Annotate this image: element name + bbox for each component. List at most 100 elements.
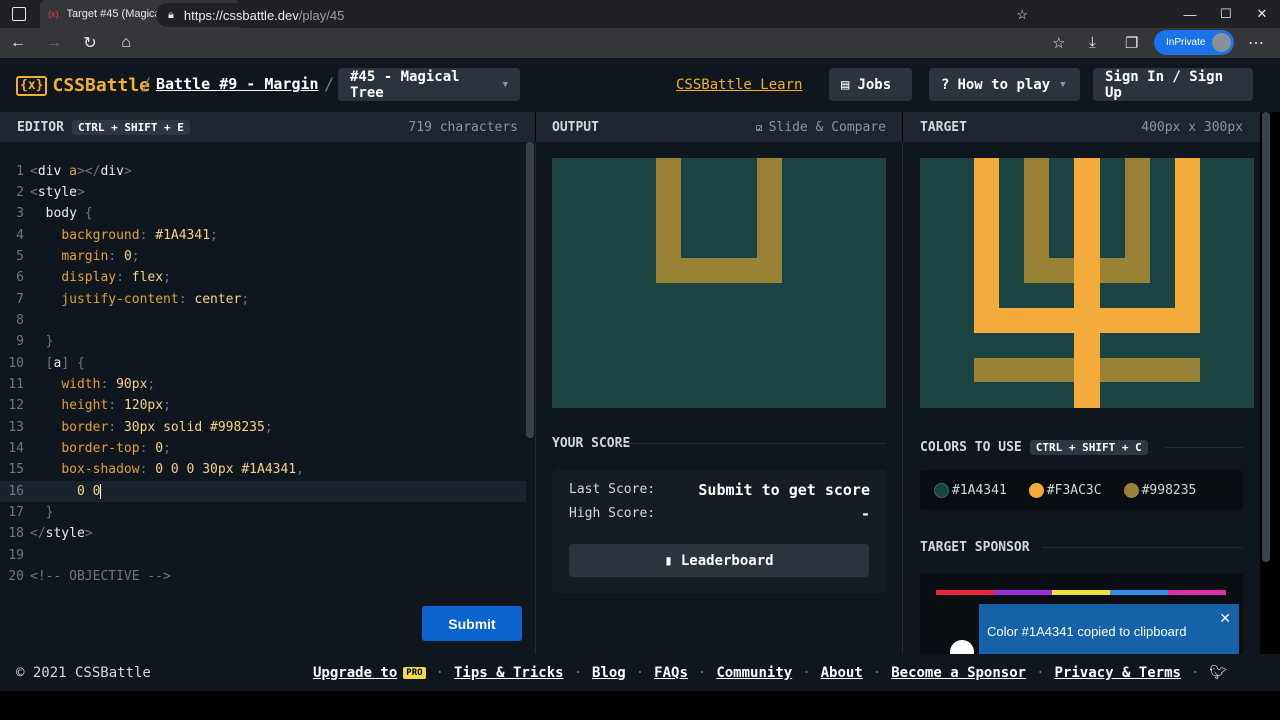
code-line[interactable]: 8 xyxy=(0,310,526,331)
collections-icon[interactable]: ❐ xyxy=(1125,34,1138,52)
help-icon: ? xyxy=(941,76,950,93)
code-line[interactable]: 6 display: flex; xyxy=(0,267,526,288)
footer-link-privacy[interactable]: Privacy & Terms xyxy=(1055,665,1181,681)
line-number: 1 xyxy=(16,164,24,179)
footer-link-faqs[interactable]: FAQs xyxy=(654,665,688,681)
sponsor-title: TARGET SPONSOR xyxy=(920,540,1030,555)
footer-link-about[interactable]: About xyxy=(821,665,863,681)
slide-compare-toggle[interactable]: ☑ Slide & Compare xyxy=(756,120,886,135)
page-scrollbar[interactable] xyxy=(1262,112,1270,562)
code-line[interactable]: 19 xyxy=(0,545,526,566)
last-score-label: Last Score: xyxy=(569,482,656,497)
code-line[interactable]: 14 border-top: 0; xyxy=(0,438,526,459)
color-label[interactable]: #F3AC3C xyxy=(1047,483,1102,498)
code-editor[interactable]: 1 <div a></div> 2 <style> 3 body { 4 backg… xyxy=(0,142,535,654)
code-line[interactable]: 7 justify-content: center; xyxy=(0,289,526,310)
add-favorite-icon[interactable]: ☆ xyxy=(1016,7,1028,23)
bar-chart-icon: ▮ xyxy=(664,552,673,569)
sponsor-logo-icon xyxy=(950,640,974,654)
output-title: OUTPUT xyxy=(552,119,599,135)
code-line-active[interactable]: 16 0 0 xyxy=(0,481,526,502)
code-line[interactable]: 10 [a] { xyxy=(0,353,526,374)
colors-title: COLORS TO USE xyxy=(920,440,1022,455)
cssbattle-logo[interactable]: {x} CSSBattle xyxy=(16,75,150,96)
line-number: 3 xyxy=(16,206,24,221)
target-header: TARGET 400px x 300px xyxy=(903,112,1260,142)
footer-link-tips[interactable]: Tips & Tricks xyxy=(454,665,564,681)
learn-link[interactable]: CSSBattle Learn xyxy=(676,77,802,93)
divider-line xyxy=(1042,547,1243,548)
clipboard-toast: Color #1A4341 copied to clipboard ✕ xyxy=(979,604,1239,658)
divider-line xyxy=(1165,447,1243,448)
output-canvas[interactable] xyxy=(552,158,886,408)
color-dot[interactable] xyxy=(934,482,949,498)
breadcrumb-separator: / xyxy=(141,75,152,95)
line-number: 8 xyxy=(16,313,24,328)
maximize-icon[interactable]: ☐ xyxy=(1208,0,1244,28)
code-line[interactable]: 3 body { xyxy=(0,203,526,224)
footer-link-blog[interactable]: Blog xyxy=(592,665,626,681)
sponsor-rainbow-stripe xyxy=(936,590,1226,595)
profile-avatar[interactable] xyxy=(1212,33,1231,52)
tab-favicon-icon: (x) xyxy=(48,9,59,19)
submit-button[interactable]: Submit xyxy=(422,606,522,641)
color-swatch[interactable]: #F3AC3C xyxy=(1028,482,1102,498)
battle-link[interactable]: Battle #9 - Margin xyxy=(156,75,319,93)
color-label[interactable]: #1A4341 xyxy=(952,483,1007,498)
footer-link-sponsor[interactable]: Become a Sponsor xyxy=(891,665,1026,681)
code-line[interactable]: 18 </style> xyxy=(0,523,526,544)
code-line[interactable]: 5 margin: 0; xyxy=(0,246,526,267)
code-line[interactable]: 9 } xyxy=(0,331,526,352)
code-line[interactable]: 15 box-shadow: 0 0 0 30px #1A4341, xyxy=(0,459,526,480)
sign-in-label: Sign In / Sign Up xyxy=(1105,68,1224,101)
code-line[interactable]: 4 background: #1A4341; xyxy=(0,225,526,246)
toast-close-icon[interactable]: ✕ xyxy=(1219,610,1231,627)
home-icon[interactable]: ⌂ xyxy=(108,34,144,52)
code-line[interactable]: 2 <style> xyxy=(0,182,526,203)
color-dot[interactable] xyxy=(1123,482,1139,498)
downloads-icon[interactable]: ⤓ xyxy=(1089,34,1096,51)
color-swatch[interactable]: #998235 xyxy=(1123,482,1197,498)
how-to-play-button[interactable]: ? How to play ▼ xyxy=(929,68,1080,101)
refresh-icon[interactable]: ↻ xyxy=(72,33,108,53)
editor-scrollbar[interactable] xyxy=(526,142,534,438)
window-close-icon[interactable]: ✕ xyxy=(1244,0,1280,28)
target-title: TARGET xyxy=(920,119,967,135)
jobs-label: Jobs xyxy=(857,76,892,93)
editor-shortcut: CTRL + SHIFT + E xyxy=(71,119,190,135)
sign-in-button[interactable]: Sign In / Sign Up xyxy=(1093,68,1253,101)
target-middle-left xyxy=(1024,158,1049,283)
minimize-icon[interactable]: — xyxy=(1172,0,1208,28)
back-icon[interactable]: ← xyxy=(0,34,36,52)
forward-icon[interactable]: → xyxy=(36,34,72,52)
line-number: 9 xyxy=(16,334,24,349)
url-bar[interactable]: 🔒︎ https://cssbattle.dev/play/45 ☆ xyxy=(156,3,1036,27)
jobs-button[interactable]: ▤ Jobs xyxy=(829,68,912,101)
address-toolbar: ← → ↻ ⌂ xyxy=(0,28,1280,58)
twitter-icon[interactable]: 🐦︎ xyxy=(1209,665,1227,681)
line-number: 12 xyxy=(8,398,24,413)
more-menu-icon[interactable]: ⋯ xyxy=(1248,33,1264,53)
code-line[interactable]: 13 border: 30px solid #998235; xyxy=(0,417,526,438)
checkbox-icon[interactable]: ☑ xyxy=(756,121,763,134)
code-line[interactable]: 1 <div a></div> xyxy=(0,161,526,182)
leaderboard-button[interactable]: ▮ Leaderboard xyxy=(569,544,869,577)
code-line[interactable]: 11 width: 90px; xyxy=(0,374,526,395)
code-line[interactable]: 20 <!-- OBJECTIVE --> xyxy=(0,566,526,587)
code-line[interactable]: 12 height: 120px; xyxy=(0,395,526,416)
upgrade-link[interactable]: Upgrade to xyxy=(313,665,397,681)
color-label[interactable]: #998235 xyxy=(1142,483,1197,498)
color-dot[interactable] xyxy=(1028,482,1044,498)
target-select[interactable]: #45 - Magical Tree ▼ xyxy=(338,68,520,101)
target-canvas xyxy=(920,158,1254,408)
code-line[interactable]: 17 } xyxy=(0,502,526,523)
color-swatch[interactable]: #1A4341 xyxy=(934,482,1007,498)
favorites-icon[interactable]: ☆ xyxy=(1052,34,1065,52)
text-cursor xyxy=(100,484,102,499)
high-score-value: - xyxy=(860,505,870,523)
window-menu-icon[interactable] xyxy=(12,7,26,21)
colors-title-row: COLORS TO USE CTRL + SHIFT + C xyxy=(920,440,1148,455)
line-number: 5 xyxy=(16,249,24,264)
footer-link-community[interactable]: Community xyxy=(716,665,792,681)
inprivate-badge[interactable]: InPrivate xyxy=(1154,30,1234,55)
